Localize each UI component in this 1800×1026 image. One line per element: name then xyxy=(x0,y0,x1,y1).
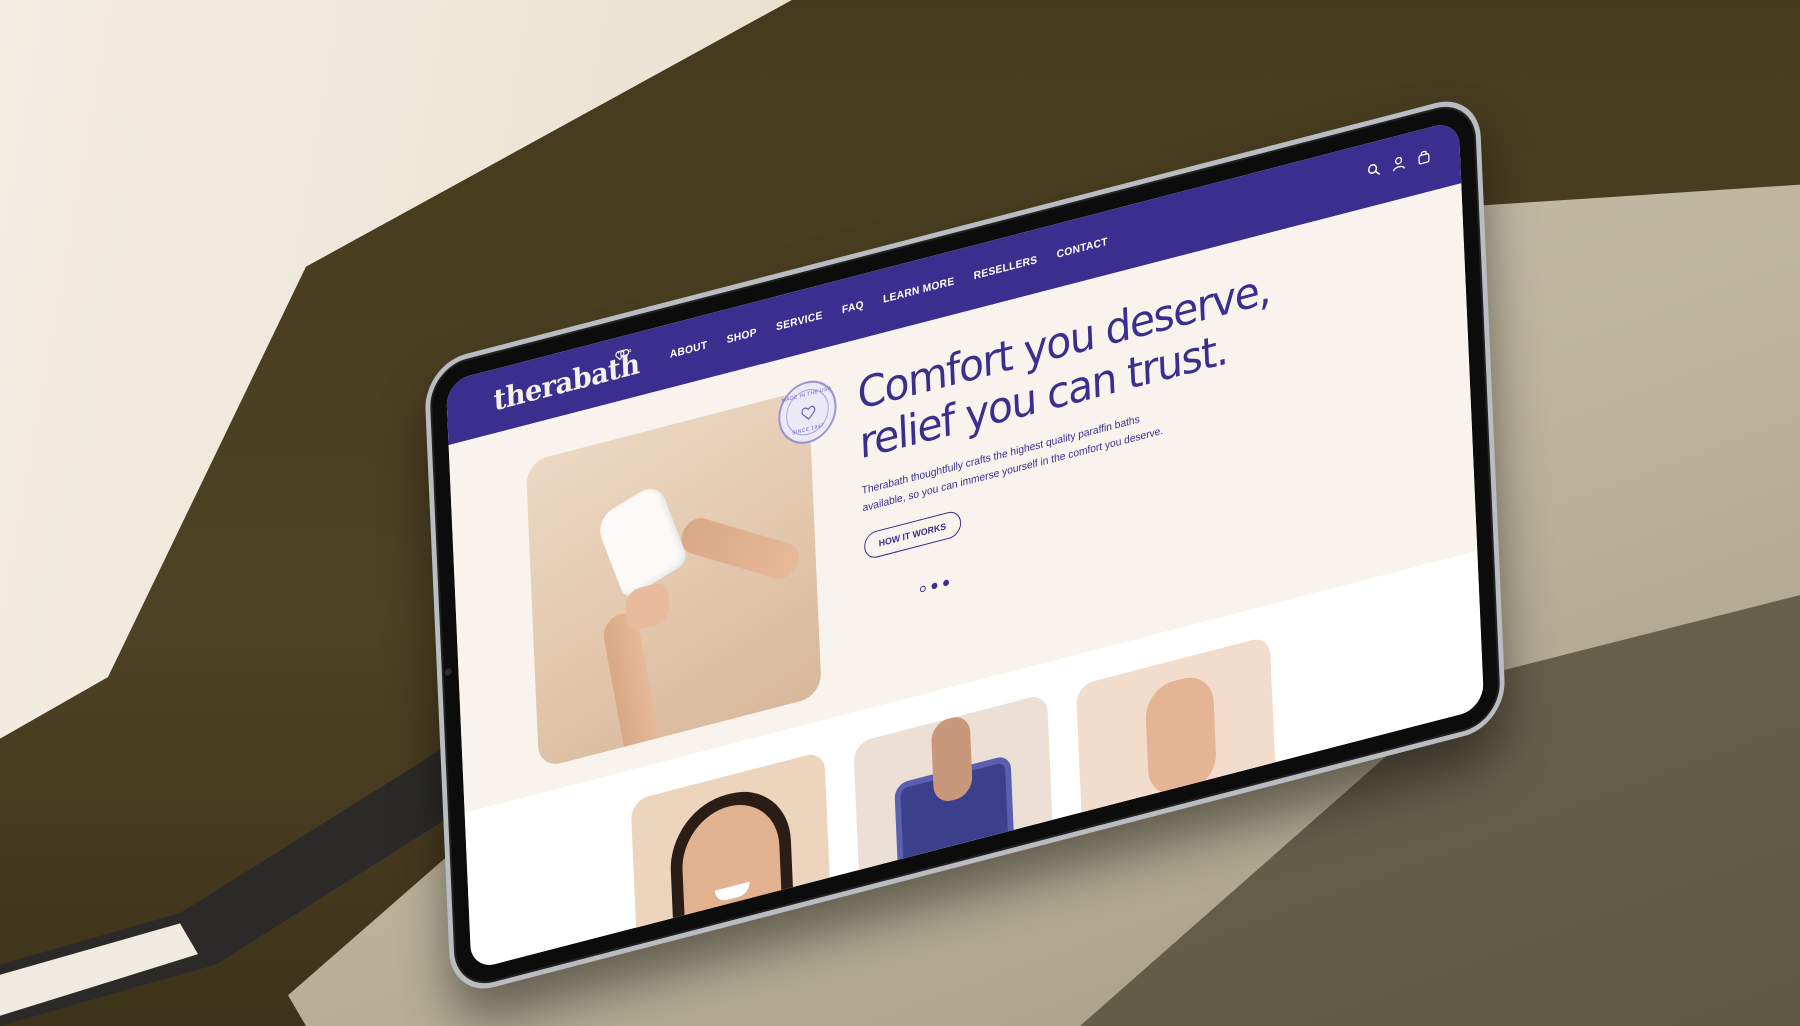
header-icons xyxy=(1366,148,1431,179)
hero-image xyxy=(525,389,822,769)
user-icon[interactable] xyxy=(1392,154,1406,172)
carousel-dot[interactable] xyxy=(919,585,926,593)
nav-item-shop[interactable]: SHOP xyxy=(727,326,758,346)
mockup-scene: therabath ABOUT SHOP SERVICE FAQ LEARN M… xyxy=(0,0,1800,1026)
cart-icon[interactable] xyxy=(1417,148,1431,166)
how-it-works-button[interactable]: HOW IT WORKS xyxy=(863,509,962,561)
nav-item-resellers[interactable]: RESELLERS xyxy=(973,254,1037,283)
glove-image xyxy=(594,481,689,601)
arm-image xyxy=(675,514,804,583)
arm-image xyxy=(600,607,663,769)
search-icon[interactable] xyxy=(1366,161,1381,179)
nav-item-contact[interactable]: CONTACT xyxy=(1056,235,1108,260)
nav-item-learn-more[interactable]: LEARN MORE xyxy=(883,275,955,306)
nav-item-faq[interactable]: FAQ xyxy=(842,299,864,317)
nav-item-service[interactable]: SERVICE xyxy=(776,309,823,333)
carousel-dot[interactable] xyxy=(943,579,950,587)
hand-image xyxy=(930,713,973,805)
carousel-dot[interactable] xyxy=(931,582,938,590)
nav-item-about[interactable]: ABOUT xyxy=(670,339,708,361)
carousel-dots xyxy=(919,579,950,593)
